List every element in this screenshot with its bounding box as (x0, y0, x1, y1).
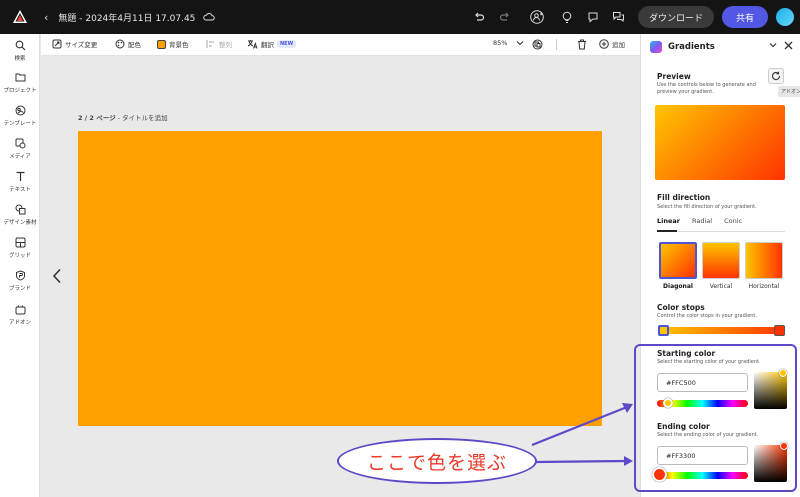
annotation-callout: ここで色を選ぶ (337, 438, 537, 484)
annotation-arrows (531, 403, 633, 466)
